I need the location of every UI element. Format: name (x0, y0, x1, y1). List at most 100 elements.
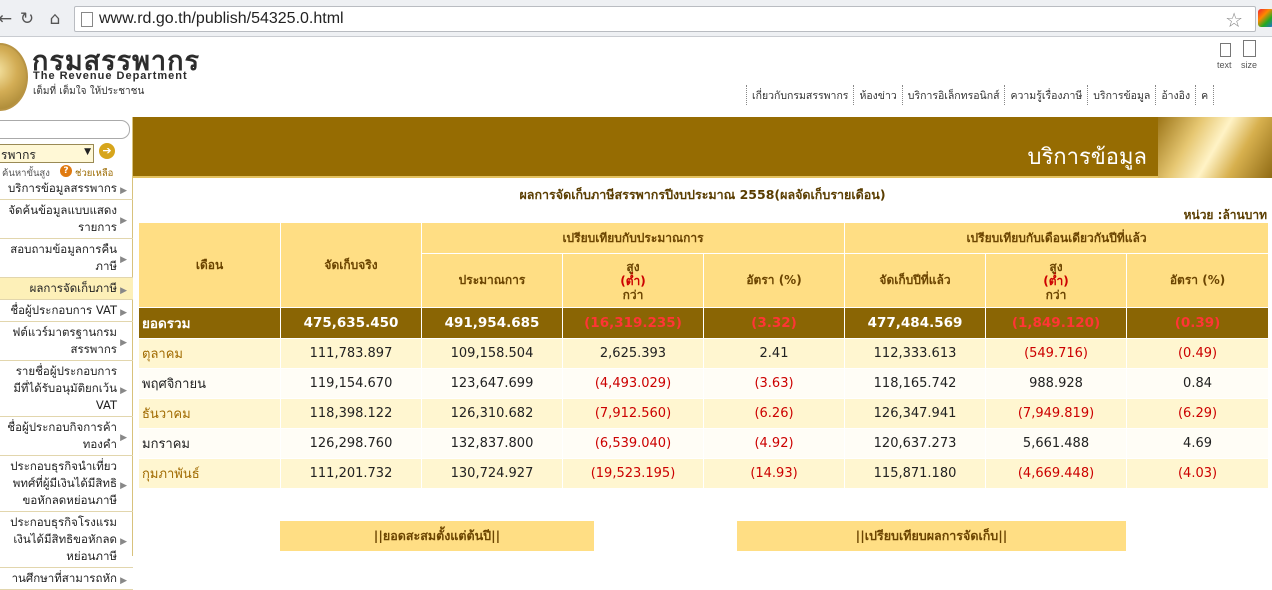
cell-actual: 126,298.760 (280, 428, 422, 459)
chevron-right-icon: ▶ (120, 338, 127, 348)
sidebar-item-label: ขอหักลดหย่อนภาษี (22, 493, 117, 507)
chevron-right-icon: ▶ (120, 433, 127, 443)
cell-month: มกราคม (138, 428, 281, 459)
cell-budget: 132,837.800 (421, 428, 563, 459)
table-body: ยอดรวม 475,635.450 491,954.685 (16,319.2… (138, 307, 1270, 489)
sidebar-item-label: ฟต์แวร์มาตรฐานกรม (12, 325, 117, 339)
sidebar-item[interactable]: รายชื่อผู้ประกอบการ มีที่ได้รับอนุมัติยกเ… (0, 361, 133, 417)
back-arrow-icon[interactable]: ← (0, 8, 16, 30)
sidebar-item-label: ภาษี (95, 259, 117, 273)
table-row: มกราคม 126,298.760 132,837.800 (6,539.040)(… (138, 428, 1270, 459)
cell-diff-budget: (6,539.040) (562, 428, 704, 459)
revenue-department-seal-logo[interactable] (0, 43, 28, 111)
sidebar: รพากร ▼ ➔ ค้นหาขั้นสูง ? ช่วยเหลือ บริกา… (0, 117, 133, 590)
header-diff-last: สูง (ต่ำ) กว่า (985, 253, 1128, 308)
text-label[interactable]: text (1217, 60, 1232, 70)
total-diff-budget: (16,319.235) (562, 307, 704, 339)
dropdown-arrow-icon[interactable]: ▼ (84, 147, 91, 157)
sidebar-item-label: พทศ์ที่ผู้มีเงินได้มีสิทธิ (12, 476, 117, 490)
cell-actual: 111,783.897 (280, 338, 422, 369)
sidebar-item[interactable]: ประกอบธุรกิจโรงแรม เงินได้มีสิทธิขอหักลดห… (0, 512, 133, 568)
table-row: กุมภาพันธ์ 111,201.732 130,724.927 (19,523.… (138, 458, 1270, 489)
cell-diff-budget: (7,912.560) (562, 398, 704, 429)
header-low-label: (ต่ำ) (620, 273, 646, 288)
top-navigation: เกี่ยวกับกรมสรรพากร ห้องข่าว บริการอิเล็… (746, 85, 1215, 105)
search-scope-value: รพากร (1, 148, 36, 162)
extension-icon[interactable] (1258, 9, 1272, 27)
table-row: ตุลาคม 111,783.897 109,158.504 2,625.393 2.4… (138, 338, 1270, 369)
cell-budget: 130,724.927 (421, 458, 563, 489)
help-icon[interactable]: ? (60, 165, 72, 177)
topnav-reference[interactable]: อ้างอิง (1156, 85, 1197, 105)
topnav-information-services[interactable]: บริการข้อมูล (1088, 85, 1157, 105)
sidebar-item-label: หย่อนภาษี (66, 549, 117, 563)
total-last-year: 477,484.569 (844, 307, 987, 339)
total-label: ยอดรวม (138, 307, 281, 339)
header-than-label: กว่า (622, 287, 644, 302)
search-go-button[interactable]: ➔ (99, 143, 115, 159)
star-icon[interactable]: ☆ (1225, 8, 1243, 32)
topnav-e-services[interactable]: บริการอิเล็กทรอนิกส์ (903, 85, 1006, 105)
sidebar-item-label: ทองคำ (82, 437, 117, 451)
cell-rate-last: 0.84 (1126, 368, 1270, 399)
sidebar-item[interactable]: านศึกษาที่สามารถหัก ▶ (0, 568, 133, 590)
sidebar-item[interactable]: ประกอบธุรกิจนำเที่ยว พทศ์ที่ผู้มีเงินได้ม… (0, 456, 133, 512)
reload-icon[interactable]: ↻ (16, 8, 38, 30)
total-rate-budget: (3.32) (702, 307, 846, 339)
total-rate-last: (0.39) (1126, 307, 1270, 339)
brand-name-english: The Revenue Department (33, 70, 188, 82)
sidebar-item-label: รายชื่อผู้ประกอบการ (15, 364, 117, 378)
header-high-label: สูง (626, 259, 640, 274)
topnav-tax-knowledge[interactable]: ความรู้เรื่องภาษี (1005, 85, 1089, 105)
sidebar-item-label: ชื่อผู้ประกอบการ VAT (10, 303, 117, 317)
cell-rate-last: (6.29) (1126, 398, 1270, 429)
home-icon[interactable]: ⌂ (44, 8, 66, 30)
cell-month: ธันวาคม (138, 398, 281, 429)
cell-last-year: 120,637.273 (844, 428, 987, 459)
url-text[interactable]: www.rd.go.th/publish/54325.0.html (99, 10, 344, 28)
topnav-more[interactable]: ค (1196, 85, 1215, 105)
chevron-right-icon: ▶ (120, 255, 127, 265)
sidebar-item[interactable]: จัดค้นข้อมูลแบบแสดง รายการ ▶ (0, 200, 133, 239)
cell-diff-budget: 2,625.393 (562, 338, 704, 369)
search-scope-select[interactable]: รพากร ▼ (0, 144, 94, 163)
sidebar-item[interactable]: บริการข้อมูลสรรพากร ▶ (0, 178, 133, 200)
cell-month: กุมภาพันธ์ (138, 458, 281, 489)
cell-budget: 126,310.682 (421, 398, 563, 429)
site-header: กรมสรรพากร The Revenue Department เต็มที… (0, 37, 1272, 117)
banner-decorative-image (1158, 117, 1272, 178)
sidebar-item[interactable]: ชื่อผู้ประกอบกิจการค้า ทองคำ ▶ (0, 417, 133, 456)
section-banner: บริการข้อมูล (133, 117, 1272, 178)
sidebar-item-label: สรรพากร (70, 342, 117, 356)
cell-rate-budget: 2.41 (702, 338, 846, 369)
chevron-right-icon: ▶ (120, 575, 127, 586)
cell-rate-last: (4.03) (1126, 458, 1270, 489)
sidebar-item[interactable]: ฟต์แวร์มาตรฐานกรมสรรพากร ▶ (0, 322, 133, 361)
sidebar-item-label: ผลการจัดเก็บภาษี (29, 281, 117, 295)
sidebar-item[interactable]: ผลการจัดเก็บภาษี ▶ (0, 278, 133, 300)
size-label[interactable]: size (1241, 60, 1257, 70)
sidebar-search-input[interactable] (0, 120, 130, 139)
sidebar-item-label: รายการ (78, 220, 117, 234)
text-large-icon[interactable] (1243, 40, 1256, 57)
cell-diff-last: 988.928 (985, 368, 1128, 399)
cell-actual: 119,154.670 (280, 368, 422, 399)
text-small-icon[interactable] (1220, 43, 1231, 57)
topnav-news[interactable]: ห้องข่าว (854, 85, 903, 105)
header-month: เดือน (138, 222, 281, 308)
compare-collection-button[interactable]: ||เปรียบเทียบผลการจัดเก็บ|| (737, 521, 1126, 551)
cell-last-year: 118,165.742 (844, 368, 987, 399)
sidebar-item[interactable]: ชื่อผู้ประกอบการ VAT ▶ (0, 300, 133, 322)
text-size-control[interactable]: text size (1214, 38, 1264, 72)
sidebar-item-label: านศึกษาที่สามารถหัก (11, 571, 117, 585)
browser-toolbar: ← ↻ ⌂ www.rd.go.th/publish/54325.0.html … (0, 0, 1272, 37)
topnav-about[interactable]: เกี่ยวกับกรมสรรพากร (747, 85, 855, 105)
header-budget: ประมาณการ (421, 253, 563, 308)
header-compare-last-year: เปรียบเทียบกับเดือนเดียวกันปีที่แล้ว (844, 222, 1270, 254)
cumulative-to-date-button[interactable]: ||ยอดสะสมตั้งแต่ต้นปี|| (280, 521, 594, 551)
cell-last-year: 112,333.613 (844, 338, 987, 369)
cell-budget: 109,158.504 (421, 338, 563, 369)
sidebar-item-label: จัดค้นข้อมูลแบบแสดง (8, 203, 117, 217)
sidebar-item[interactable]: สอบถามข้อมูลการคืน ภาษี ▶ (0, 239, 133, 278)
address-bar[interactable]: www.rd.go.th/publish/54325.0.html ☆ (74, 6, 1256, 32)
